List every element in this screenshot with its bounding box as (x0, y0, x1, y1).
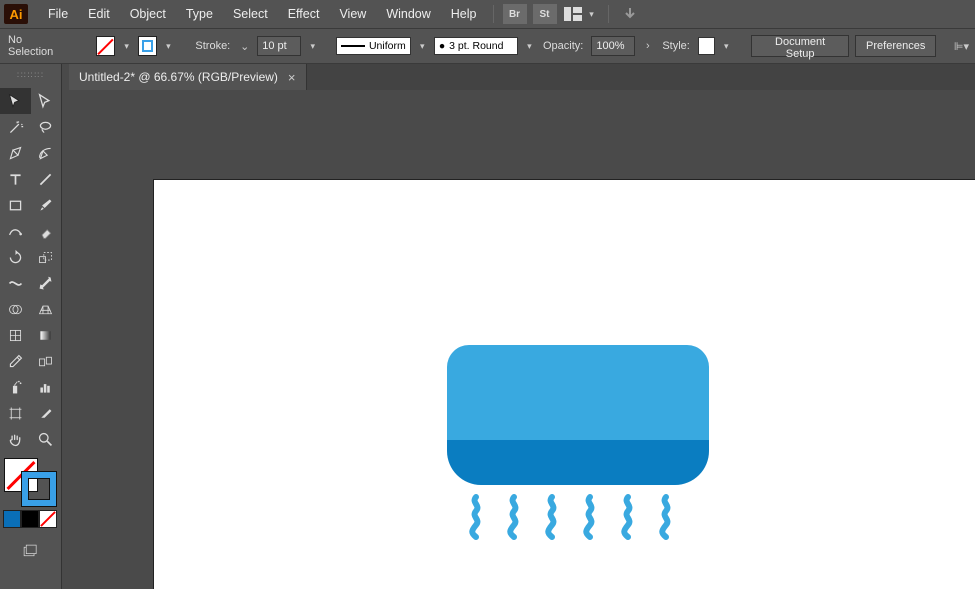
line-tool[interactable] (31, 166, 62, 192)
menu-file[interactable]: File (38, 0, 78, 28)
tab-spacer (307, 64, 975, 90)
slice-tool[interactable] (31, 400, 62, 426)
menu-effect[interactable]: Effect (278, 0, 330, 28)
color-mode-row (3, 510, 61, 528)
artboard[interactable] (154, 180, 975, 589)
artwork-shape[interactable] (447, 345, 709, 485)
color-mode[interactable] (3, 510, 21, 528)
menu-select[interactable]: Select (223, 0, 278, 28)
style-dropdown[interactable]: ▾ (721, 36, 732, 56)
stroke-label: Stroke: (193, 40, 232, 52)
opacity-more[interactable]: › (641, 40, 654, 52)
lasso-tool[interactable] (31, 114, 62, 140)
artwork-waves[interactable] (466, 493, 696, 548)
curvature-tool[interactable] (31, 140, 62, 166)
variable-width-profile[interactable]: Uniform (336, 37, 411, 55)
paintbrush-tool[interactable] (31, 192, 62, 218)
menu-view[interactable]: View (329, 0, 376, 28)
none-mode[interactable] (39, 510, 57, 528)
style-label: Style: (660, 40, 692, 52)
shape-top (447, 345, 709, 440)
arrange-documents[interactable]: ▾ (564, 4, 598, 24)
profile-label: Uniform (369, 40, 406, 52)
menu-window[interactable]: Window (376, 0, 440, 28)
panel-grip[interactable]: ∷∷∷∷ (0, 68, 61, 82)
perspective-grid-tool[interactable] (31, 296, 62, 322)
magic-wand-tool[interactable] (0, 114, 31, 140)
menu-help[interactable]: Help (441, 0, 487, 28)
menu-type[interactable]: Type (176, 0, 223, 28)
stroke-proxy[interactable] (22, 472, 56, 506)
artboard-tool[interactable] (0, 400, 31, 426)
canvas-area[interactable] (62, 90, 975, 589)
stock-button[interactable]: St (533, 4, 557, 24)
direct-selection-tool[interactable] (31, 88, 62, 114)
screen-mode[interactable] (0, 538, 61, 564)
gpu-preview-icon[interactable] (618, 4, 642, 24)
chevron-down-icon: ▾ (586, 4, 598, 24)
stroke-swatch[interactable] (138, 36, 157, 56)
separator (608, 5, 609, 23)
pen-tool[interactable] (0, 140, 31, 166)
symbol-sprayer-tool[interactable] (0, 374, 31, 400)
stroke-weight-input[interactable] (257, 36, 301, 56)
eraser-tool[interactable] (31, 218, 62, 244)
selection-tool[interactable] (0, 88, 31, 114)
opacity-label: Opacity: (541, 40, 585, 52)
menu-bar: Ai File Edit Object Type Select Effect V… (0, 0, 975, 28)
menu-object[interactable]: Object (120, 0, 176, 28)
hand-tool[interactable] (0, 426, 31, 452)
brush-label: 3 pt. Round (449, 40, 503, 52)
graphic-style-swatch[interactable] (698, 37, 715, 55)
document-tab[interactable]: Untitled-2* @ 66.67% (RGB/Preview) × (69, 64, 307, 90)
stroke-weight-dropdown[interactable]: ▾ (307, 36, 318, 56)
scale-tool[interactable] (31, 244, 62, 270)
zoom-tool[interactable] (31, 426, 62, 452)
shape-builder-tool[interactable] (0, 296, 31, 322)
shape-bottom (447, 440, 709, 485)
selection-status: No Selection (6, 34, 68, 58)
preferences-button[interactable]: Preferences (855, 35, 936, 57)
document-setup-button[interactable]: Document Setup (751, 35, 849, 57)
eyedropper-tool[interactable] (0, 348, 31, 374)
control-bar: No Selection ▾ ▾ Stroke: ⌄ ▾ Uniform ▾ ●… (0, 28, 975, 64)
align-icon[interactable]: ⊫▾ (954, 40, 969, 53)
brush-definition[interactable]: ●3 pt. Round (434, 37, 518, 55)
profile-dropdown[interactable]: ▾ (417, 36, 428, 56)
document-tabs: Untitled-2* @ 66.67% (RGB/Preview) × (69, 64, 975, 90)
gradient-mode[interactable] (21, 510, 39, 528)
close-icon[interactable]: × (288, 70, 296, 85)
tab-title: Untitled-2* @ 66.67% (RGB/Preview) (79, 70, 278, 84)
mesh-tool[interactable] (0, 322, 31, 348)
rectangle-tool[interactable] (0, 192, 31, 218)
width-tool[interactable] (0, 270, 31, 296)
rotate-tool[interactable] (0, 244, 31, 270)
free-transform-tool[interactable] (31, 270, 62, 296)
bridge-button[interactable]: Br (503, 4, 527, 24)
menu-edit[interactable]: Edit (78, 0, 120, 28)
type-tool[interactable] (0, 166, 31, 192)
toolbox: ∷∷∷∷ (0, 64, 62, 589)
column-graph-tool[interactable] (31, 374, 62, 400)
app-logo: Ai (4, 4, 28, 24)
fill-dropdown[interactable]: ▾ (121, 36, 132, 56)
fill-swatch[interactable] (96, 36, 115, 56)
fill-stroke-swatches[interactable] (4, 458, 59, 506)
layout-icon (564, 7, 582, 21)
stroke-link-icon[interactable]: ⌄ (238, 40, 251, 53)
opacity-input[interactable] (591, 36, 635, 56)
shaper-tool[interactable] (0, 218, 31, 244)
blend-tool[interactable] (31, 348, 62, 374)
separator (493, 5, 494, 23)
gradient-tool[interactable] (31, 322, 62, 348)
brush-dropdown[interactable]: ▾ (524, 36, 535, 56)
stroke-dropdown[interactable]: ▾ (163, 36, 174, 56)
